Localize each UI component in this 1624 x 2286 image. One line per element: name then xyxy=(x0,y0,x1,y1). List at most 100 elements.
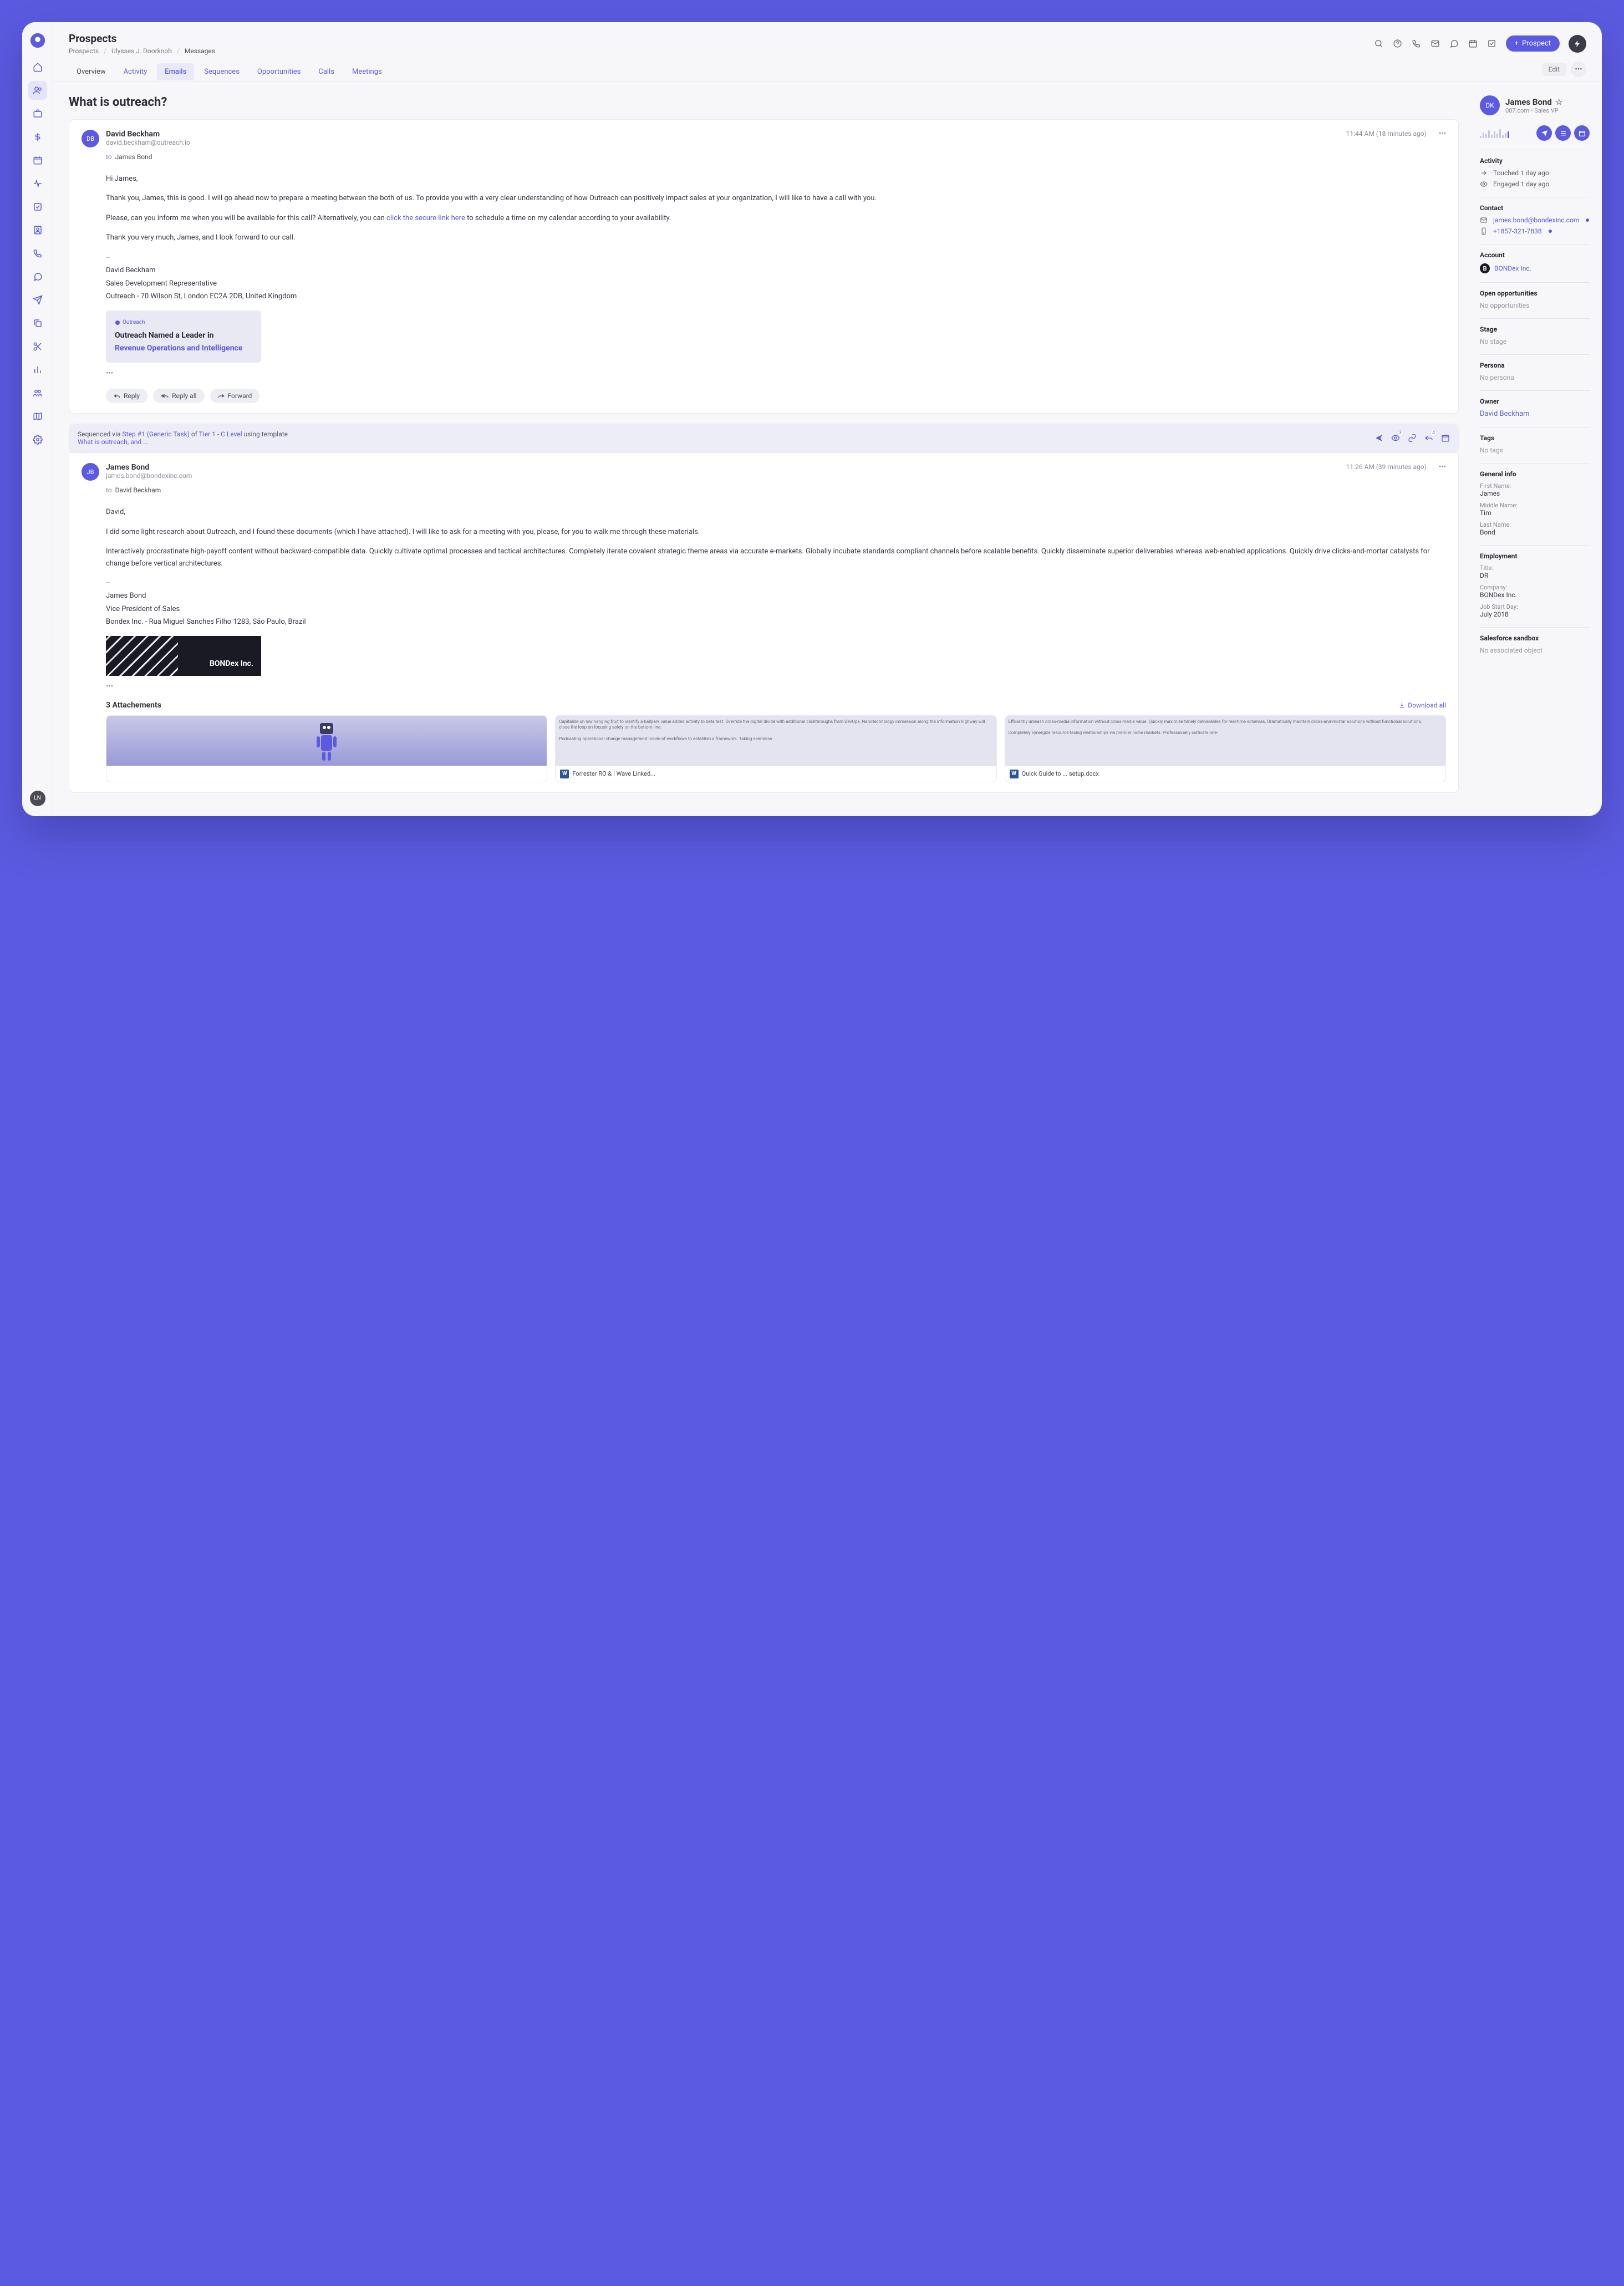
account-link[interactable]: BONDex Inc. xyxy=(1494,264,1531,272)
sp-tags-value: No tags xyxy=(1480,446,1590,454)
prospect-name: James Bond xyxy=(1505,97,1552,107)
sender-name: David Beckham xyxy=(106,130,1340,139)
tab-activity[interactable]: Activity xyxy=(116,63,155,80)
task-action-icon[interactable] xyxy=(1487,39,1497,49)
attachment-card[interactable]: Capitalize on low hanging fruit to ident… xyxy=(555,715,996,782)
tab-sequences[interactable]: Sequences xyxy=(196,63,247,80)
app-logo[interactable] xyxy=(29,32,46,49)
tab-calls[interactable]: Calls xyxy=(310,63,342,80)
nav-chat-icon[interactable] xyxy=(28,267,47,286)
download-all-button[interactable]: Download all xyxy=(1398,701,1446,709)
seq-views-icon[interactable]: 3 xyxy=(1391,434,1400,442)
sender-email: james.bond@bondexinc.com xyxy=(106,472,1340,480)
plus-icon: + xyxy=(1515,39,1519,48)
contact-phone-icon xyxy=(1480,227,1489,235)
edit-button[interactable]: Edit xyxy=(1542,63,1566,76)
sp-owner-title: Owner xyxy=(1480,398,1590,405)
breadcrumb-current: Messages xyxy=(185,47,215,55)
nav-scissors-icon[interactable] xyxy=(28,337,47,356)
nav-pulse-icon[interactable] xyxy=(28,174,47,193)
email-more-icon[interactable]: ••• xyxy=(1439,130,1446,138)
middle-name-value: Tim xyxy=(1480,509,1590,517)
secure-link[interactable]: click the secure link here xyxy=(386,214,465,222)
reply-button[interactable]: Reply xyxy=(106,389,147,403)
email-to: to James Bond xyxy=(106,153,1446,161)
nav-team-icon[interactable] xyxy=(28,384,47,403)
chat-action-icon[interactable] xyxy=(1449,39,1459,49)
sp-owner-value[interactable]: David Beckham xyxy=(1480,410,1590,418)
tab-meetings[interactable]: Meetings xyxy=(344,63,390,80)
bolt-button[interactable] xyxy=(1569,35,1586,53)
sp-stage-title: Stage xyxy=(1480,325,1590,333)
sp-list-button[interactable] xyxy=(1555,125,1571,141)
attachment-card[interactable] xyxy=(106,715,547,782)
seq-replies-icon[interactable]: 4 xyxy=(1424,434,1433,442)
sp-account-title: Account xyxy=(1480,251,1590,259)
tab-emails[interactable]: Emails xyxy=(157,63,194,80)
more-button[interactable]: ••• xyxy=(1571,62,1586,77)
email-thread: What is outreach? DB David Beckham david… xyxy=(53,82,1474,816)
phone-action-icon[interactable] xyxy=(1412,39,1422,49)
contact-phone[interactable]: +1857-321-7838 xyxy=(1493,227,1542,235)
last-name-value: Bond xyxy=(1480,528,1590,536)
tab-overview[interactable]: Overview xyxy=(69,63,114,80)
attachment-preview: Capitalize on low hanging fruit to ident… xyxy=(556,716,996,766)
star-icon[interactable]: ☆ xyxy=(1555,97,1562,107)
seq-step-link[interactable]: Step #1 (Generic Task) xyxy=(123,430,190,438)
attachments-title: 3 Attachements xyxy=(106,701,161,710)
seq-calendar-icon[interactable] xyxy=(1441,434,1450,442)
nav-contacts-icon[interactable] xyxy=(28,221,47,240)
nav-analytics-icon[interactable] xyxy=(28,360,47,379)
email-card: DB David Beckham david.beckham@outreach.… xyxy=(69,119,1459,414)
attachment-card[interactable]: Efficiently unleash cross-media informat… xyxy=(1005,715,1446,782)
nav-send-icon[interactable] xyxy=(28,291,47,309)
sp-persona-value: No persona xyxy=(1480,374,1590,381)
seq-send-icon[interactable] xyxy=(1374,434,1383,442)
help-icon[interactable] xyxy=(1393,39,1403,49)
word-icon: W xyxy=(1010,770,1019,778)
search-icon[interactable] xyxy=(1374,39,1384,49)
seq-tier-link[interactable]: Tier 1 - C Level xyxy=(199,430,242,438)
engaged-text: Engaged 1 day ago xyxy=(1493,180,1549,188)
replies-badge: 4 xyxy=(1430,430,1437,436)
seq-link-icon[interactable] xyxy=(1408,434,1417,442)
forward-button[interactable]: Forward xyxy=(210,389,260,403)
nav-dollar-icon[interactable] xyxy=(28,128,47,146)
breadcrumb-prospects[interactable]: Prospects xyxy=(69,47,99,55)
breadcrumb-name[interactable]: Ulysses J. Doorknob xyxy=(111,47,172,55)
contact-email[interactable]: james.bond@bondexinc.com xyxy=(1493,216,1579,224)
nav-map-icon[interactable] xyxy=(28,407,47,426)
nav-prospects-icon[interactable] xyxy=(28,81,47,100)
nav-home-icon[interactable] xyxy=(28,58,47,77)
sp-opportunities-title: Open opportunities xyxy=(1480,289,1590,297)
seq-template-link[interactable]: What is outreach, and ... xyxy=(78,438,149,446)
first-name-value: James xyxy=(1480,490,1590,497)
emp-company-value: BONDex Inc. xyxy=(1480,591,1590,599)
nav-copy-icon[interactable] xyxy=(28,314,47,333)
contact-email-icon xyxy=(1480,216,1489,224)
reply-all-button[interactable]: Reply all xyxy=(153,389,204,403)
sp-calendar-button[interactable] xyxy=(1574,125,1590,141)
outreach-banner: Outreach Outreach Named a Leader in Reve… xyxy=(106,310,261,363)
nav-phone-icon[interactable] xyxy=(28,244,47,263)
nav-settings-icon[interactable] xyxy=(28,430,47,449)
nav-tasks-icon[interactable] xyxy=(28,197,47,216)
nav-briefcase-icon[interactable] xyxy=(28,104,47,123)
tab-opportunities[interactable]: Opportunities xyxy=(250,63,308,80)
add-prospect-button[interactable]: + Prospect xyxy=(1506,35,1560,52)
calendar-action-icon[interactable] xyxy=(1468,39,1478,49)
expand-dots-icon[interactable]: ••• xyxy=(106,369,1446,378)
email-body: David, I did some light research about O… xyxy=(106,506,1446,676)
user-avatar[interactable]: LN xyxy=(30,791,45,806)
expand-dots-icon[interactable]: ••• xyxy=(106,683,1446,691)
sp-send-button[interactable] xyxy=(1536,125,1552,141)
email-more-icon[interactable]: ••• xyxy=(1439,463,1446,471)
page-title: Prospects xyxy=(69,32,1374,45)
prospect-subtitle: 007.com • Sales VP xyxy=(1505,107,1562,114)
mail-action-icon[interactable] xyxy=(1430,39,1440,49)
bondex-banner: BONDex Inc. xyxy=(106,636,261,676)
sp-stage-value: No stage xyxy=(1480,338,1590,345)
sp-opportunities-value: No opportunities xyxy=(1480,302,1590,309)
nav-calendar-icon[interactable] xyxy=(28,151,47,170)
prospect-sidepanel: DK James Bond☆ 007.com • Sales VP xyxy=(1474,82,1602,816)
